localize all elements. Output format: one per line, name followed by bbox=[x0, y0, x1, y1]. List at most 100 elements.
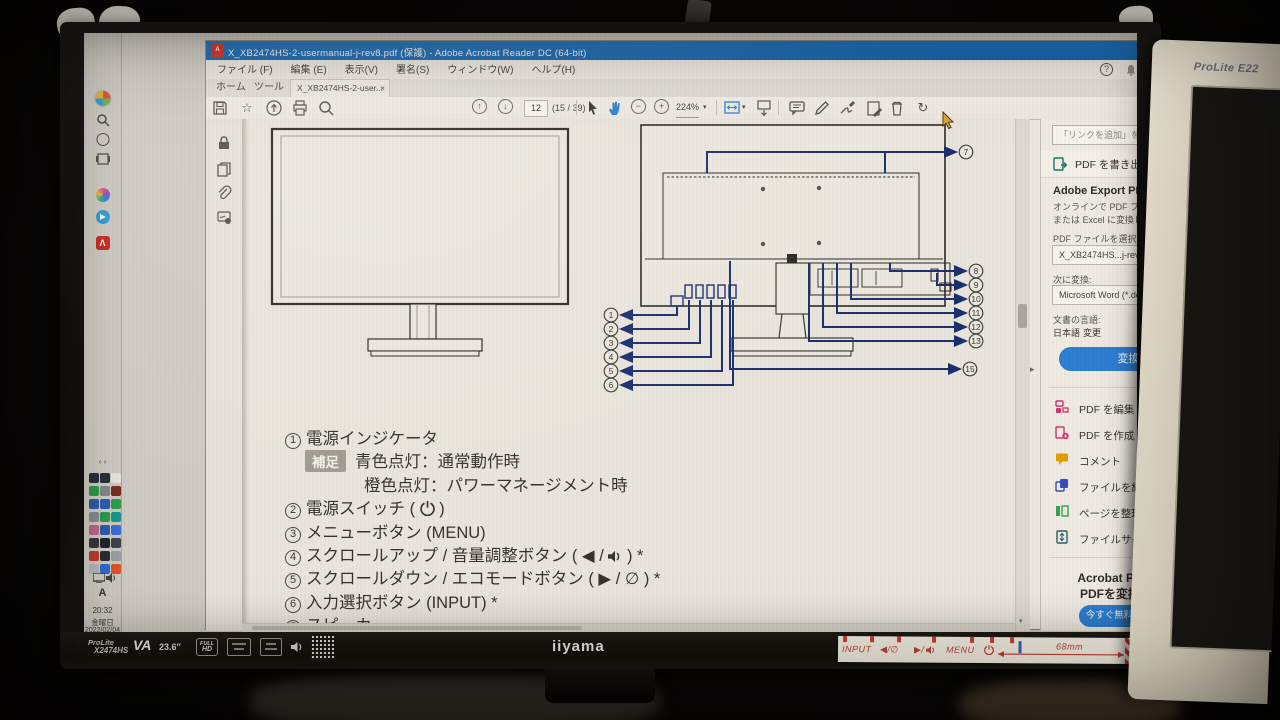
task-view-icon[interactable] bbox=[96, 153, 110, 165]
lock-icon[interactable] bbox=[216, 135, 232, 151]
panel-tool-comment[interactable]: コメント bbox=[1041, 447, 1137, 473]
tray-icon[interactable] bbox=[100, 473, 110, 483]
tray-icon[interactable] bbox=[89, 512, 99, 522]
tray-icon[interactable] bbox=[100, 538, 110, 548]
display-tray-icon[interactable] bbox=[93, 573, 105, 583]
start-button[interactable] bbox=[95, 91, 110, 106]
button-position-tick bbox=[870, 636, 874, 642]
menu-表示(V)[interactable]: 表示(V) bbox=[336, 61, 387, 80]
horizontal-scrollbar[interactable] bbox=[242, 623, 1015, 632]
tray-icon[interactable] bbox=[89, 486, 99, 496]
tray-icon[interactable] bbox=[111, 525, 121, 535]
tray-icon[interactable] bbox=[111, 499, 121, 509]
tray-icon[interactable] bbox=[100, 499, 110, 509]
previous-page-icon[interactable]: ↑ bbox=[472, 99, 487, 114]
menu-ウィンドウ(W)[interactable]: ウィンドウ(W) bbox=[438, 61, 522, 80]
try-free-cta-button[interactable]: 今すぐ無料でお試し bbox=[1079, 605, 1137, 627]
panel-tool-edit-pdf[interactable]: PDF を編集 bbox=[1041, 395, 1137, 421]
telegram-icon[interactable] bbox=[96, 210, 110, 224]
menu-ヘルプ(H)[interactable]: ヘルプ(H) bbox=[522, 61, 584, 80]
help-icon[interactable]: ? bbox=[1100, 63, 1113, 76]
export-pdf-header[interactable]: PDF を書き出し ∧ bbox=[1041, 151, 1137, 178]
page-number-input[interactable]: 12 bbox=[524, 100, 548, 117]
photos-app-icon[interactable] bbox=[96, 188, 110, 202]
comment-icon[interactable] bbox=[788, 99, 806, 117]
tray-icon[interactable] bbox=[100, 512, 110, 522]
share-icon[interactable] bbox=[265, 99, 283, 117]
title-bar[interactable]: A X_XB2474HS-2-usermanual-j-rev8.pdf (保護… bbox=[206, 41, 1137, 60]
menu-署名(S)[interactable]: 署名(S) bbox=[387, 61, 438, 80]
delete-icon[interactable] bbox=[888, 99, 906, 117]
note-speaker-icon bbox=[926, 646, 936, 655]
tray-icon[interactable] bbox=[100, 486, 110, 496]
vertical-scrollbar[interactable]: ▾ bbox=[1015, 119, 1030, 631]
tab-tools[interactable]: ツール bbox=[254, 79, 284, 97]
note-input-label: INPUT bbox=[842, 644, 872, 654]
format-select[interactable]: Microsoft Word (*.docx) ∨ bbox=[1052, 285, 1137, 305]
save-icon[interactable] bbox=[211, 99, 229, 117]
svg-text:12: 12 bbox=[971, 322, 981, 332]
menu-編集 (E)[interactable]: 編集 (E) bbox=[282, 61, 336, 80]
document-view[interactable]: 1234567891011121315 1電源インジケータ補足青色点灯：通常動作… bbox=[242, 119, 1030, 631]
volume-tray-icon[interactable] bbox=[106, 573, 117, 583]
edit-page-icon[interactable] bbox=[865, 99, 883, 117]
zoom-level-value[interactable]: 224% bbox=[676, 97, 699, 118]
signature-panel-icon[interactable] bbox=[216, 209, 232, 225]
panel-tool-compress-file[interactable]: ファイルサイズを縮小 bbox=[1041, 525, 1137, 551]
panel-tool-create-pdf[interactable]: PDF を作成∨ bbox=[1041, 421, 1137, 447]
convert-button[interactable]: 変換 bbox=[1059, 347, 1137, 371]
page-thumbnails-icon[interactable] bbox=[216, 161, 232, 177]
tray-expander[interactable]: ‹ › bbox=[84, 457, 121, 466]
print-icon[interactable] bbox=[291, 99, 309, 117]
zoom-caret-icon[interactable]: ▾ bbox=[703, 97, 707, 119]
tray-icon[interactable] bbox=[100, 525, 110, 535]
tray-icon[interactable] bbox=[89, 473, 99, 483]
tray-icon[interactable] bbox=[89, 538, 99, 548]
pencil-tool-icon[interactable] bbox=[813, 99, 831, 117]
hand-tool-icon[interactable] bbox=[606, 99, 624, 117]
windows-taskbar[interactable]: Λ ‹ › A 20:32 金曜日 2022/02/04 bbox=[84, 33, 122, 632]
favorite-star-icon[interactable]: ☆ bbox=[238, 99, 256, 117]
taskbar-search-icon[interactable] bbox=[96, 113, 110, 127]
panel-tool-combine-files[interactable]: ファイルを結合 bbox=[1041, 473, 1137, 499]
vertical-scrollbar-thumb[interactable] bbox=[1018, 304, 1027, 328]
tray-icon[interactable] bbox=[89, 499, 99, 509]
tab-document[interactable]: X_XB2474HS-2-user... × bbox=[290, 79, 390, 97]
minimize-button[interactable]: — bbox=[1135, 41, 1137, 60]
change-language-link[interactable]: 変更 bbox=[1083, 326, 1101, 339]
horizontal-scrollbar-thumb[interactable] bbox=[252, 626, 582, 630]
zoom-in-icon[interactable]: + bbox=[654, 99, 669, 114]
notifications-bell-icon[interactable] bbox=[1125, 64, 1137, 76]
scroll-down-arrow[interactable]: ▾ bbox=[1019, 617, 1023, 625]
clock-time[interactable]: 20:32 bbox=[84, 606, 121, 615]
next-page-icon[interactable]: ↓ bbox=[498, 99, 513, 114]
tray-icon[interactable] bbox=[111, 512, 121, 522]
fill-sign-icon[interactable] bbox=[839, 99, 857, 117]
tray-icon[interactable] bbox=[100, 551, 110, 561]
fit-width-icon[interactable] bbox=[723, 99, 741, 117]
tab-home[interactable]: ホーム bbox=[216, 79, 246, 97]
acrobat-taskbar-icon[interactable]: Λ bbox=[96, 236, 110, 250]
tray-icon[interactable] bbox=[111, 486, 121, 496]
tray-icon[interactable] bbox=[89, 525, 99, 535]
panel-tool-organize-pages[interactable]: ページを整理∨ bbox=[1041, 499, 1137, 525]
tray-icon[interactable] bbox=[111, 538, 121, 548]
zoom-out-icon[interactable]: − bbox=[631, 99, 646, 114]
select-tool-icon[interactable] bbox=[584, 99, 602, 117]
cortana-icon[interactable] bbox=[96, 133, 109, 146]
search-tools-input[interactable]: 「リンクを追加」を検索 bbox=[1052, 125, 1137, 145]
tray-icon[interactable] bbox=[111, 551, 121, 561]
ime-indicator[interactable]: A bbox=[84, 587, 121, 599]
panel-collapse-arrow[interactable]: ▸ bbox=[1030, 364, 1035, 375]
menu-ファイル (F)[interactable]: ファイル (F) bbox=[208, 61, 282, 80]
reading-mode-icon[interactable] bbox=[755, 99, 773, 117]
document-language-label: 文書の言語: bbox=[1053, 313, 1101, 326]
tab-close-icon[interactable]: × bbox=[380, 80, 385, 96]
rotate-icon[interactable]: ↻ bbox=[914, 99, 932, 117]
find-icon[interactable] bbox=[317, 99, 335, 117]
attachment-icon[interactable] bbox=[216, 185, 232, 201]
selected-file-box[interactable]: X_XB2474HS...j-rev8.pdf × bbox=[1052, 245, 1137, 265]
tray-icon[interactable] bbox=[111, 473, 121, 483]
tray-icon[interactable] bbox=[89, 551, 99, 561]
fit-caret-icon[interactable]: ▾ bbox=[742, 97, 746, 119]
